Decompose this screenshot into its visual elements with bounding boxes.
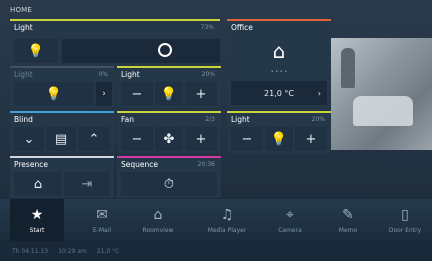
tile-title: Blind: [14, 115, 33, 124]
star-icon: ★: [30, 206, 44, 223]
tile-title: Light: [14, 23, 33, 32]
dock-label: E-Mail: [92, 226, 112, 234]
lamp-shape: [341, 48, 355, 88]
dock-item-start[interactable]: ★ Start: [10, 199, 64, 241]
tile-value: 73%: [200, 24, 214, 31]
temperature-value: 21,0 °C: [264, 88, 294, 98]
dock-label: Start: [29, 226, 45, 234]
more-button[interactable]: ›: [96, 82, 112, 106]
tile-value: 20:36: [197, 161, 215, 168]
person-home-icon: ⌂: [33, 176, 43, 192]
increase-button[interactable]: +: [295, 127, 327, 151]
presence-home-button[interactable]: ⌂: [14, 172, 62, 196]
chevron-down-icon: ⌄: [23, 131, 35, 147]
tile-office[interactable]: Office ⌂ • • • • 21,0 °C ›: [227, 19, 331, 107]
house-icon: ⌂: [153, 206, 163, 223]
tile-title: Light: [14, 70, 33, 79]
dock-label: Camera: [278, 226, 302, 234]
dock-label: Media Player: [207, 226, 247, 234]
chevron-right-icon: ›: [317, 88, 321, 98]
tile-presence: Presence ⌂ ⇥: [10, 156, 114, 198]
tile-value: 20%: [201, 71, 215, 78]
blind-stop-button[interactable]: ▤: [46, 127, 76, 151]
door-icon: ▯: [401, 206, 409, 223]
status-bar: Th 04.11.13 10:29 am 21,0 °C: [0, 241, 432, 261]
screen: HOME Light 73% 💡 Office ⌂ • • • • 21,0 °…: [0, 0, 432, 261]
page-dots: • • • •: [270, 69, 288, 75]
music-icon: ♫: [220, 206, 234, 223]
dock-item-memo[interactable]: ✎ Memo: [320, 199, 376, 241]
fan-decrease-button[interactable]: −: [121, 127, 153, 151]
plus-icon: +: [195, 86, 207, 102]
dock-item-camera[interactable]: ⌖ Camera: [262, 199, 318, 241]
sofa-shape: [353, 96, 413, 126]
dock-item-email[interactable]: ✉ E-Mail: [74, 199, 130, 241]
chevron-right-icon: ›: [102, 89, 106, 99]
fan-increase-button[interactable]: +: [185, 127, 217, 151]
mail-icon: ✉: [96, 206, 108, 223]
decrease-button[interactable]: −: [121, 82, 153, 106]
minus-icon: −: [241, 131, 253, 147]
tile-title: Office: [231, 23, 253, 32]
dock-item-door-entry[interactable]: ▯ Door Entry: [378, 199, 432, 241]
tile-blind: Blind ⌄ ▤ ⌃: [10, 111, 114, 153]
dock-item-roomview[interactable]: ⌂ Roomview: [130, 199, 186, 241]
fan-icon: ✤: [163, 131, 175, 147]
light-toggle-button[interactable]: 💡: [14, 39, 58, 63]
bulb-icon: 💡: [160, 86, 178, 102]
status-temp: 21,0 °C: [96, 247, 120, 255]
blind-down-button[interactable]: ⌄: [14, 127, 44, 151]
tile-value: 2/3: [205, 116, 215, 123]
tile-light-c: Light 20% − 💡 +: [227, 111, 331, 153]
sequence-play-button[interactable]: ⏱: [121, 172, 217, 196]
breadcrumb[interactable]: HOME: [10, 6, 32, 14]
office-house-icon: ⌂: [272, 39, 286, 63]
tile-title: Sequence: [121, 160, 158, 169]
tile-title: Light: [121, 70, 140, 79]
light-toggle-button[interactable]: 💡: [155, 82, 183, 106]
room-photo: [331, 38, 432, 150]
increase-button[interactable]: +: [185, 82, 217, 106]
memo-icon: ✎: [342, 206, 354, 223]
tile-light-main: Light 73% 💡: [10, 19, 220, 63]
person-away-icon: ⇥: [81, 176, 93, 192]
slider-knob[interactable]: [158, 43, 172, 57]
minus-icon: −: [131, 86, 143, 102]
tile-sequence: Sequence 20:36 ⏱: [117, 156, 221, 198]
bulb-icon: 💡: [27, 43, 45, 59]
stop-icon: ▤: [54, 131, 68, 147]
decrease-button[interactable]: −: [231, 127, 263, 151]
dock-label: Memo: [338, 226, 358, 234]
dock-label: Roomview: [142, 226, 174, 234]
chevron-up-icon: ⌃: [88, 131, 100, 147]
minus-icon: −: [131, 131, 143, 147]
light-toggle-button[interactable]: 💡: [265, 127, 293, 151]
fan-toggle-button[interactable]: ✤: [155, 127, 183, 151]
tile-value: 0%: [98, 71, 108, 78]
status-time: 10:29 am: [58, 247, 87, 255]
dock-label: Door Entry: [388, 226, 422, 234]
brightness-slider[interactable]: [62, 39, 220, 63]
dock-item-media-player[interactable]: ♫ Media Player: [196, 199, 258, 241]
plus-icon: +: [195, 131, 207, 147]
dock: ★ Start ✉ E-Mail ⌂ Roomview ♫ Media Play…: [0, 199, 432, 241]
tile-title: Fan: [121, 115, 134, 124]
tile-value: 20%: [311, 116, 325, 123]
tile-light-dim: Light 0% 💡 ›: [10, 66, 114, 108]
plus-icon: +: [305, 131, 317, 147]
tile-title: Light: [231, 115, 250, 124]
tile-fan: Fan 2/3 − ✤ +: [117, 111, 221, 153]
bulb-icon: 💡: [270, 131, 288, 147]
tile-title: Presence: [14, 160, 48, 169]
light-dim-toggle-button[interactable]: 💡: [14, 82, 94, 106]
blind-up-button[interactable]: ⌃: [78, 127, 110, 151]
clapper-clock-icon: ⏱: [163, 176, 175, 192]
status-date: Th 04.11.13: [12, 247, 49, 255]
camera-icon: ⌖: [286, 206, 294, 223]
office-temperature-button[interactable]: 21,0 °C ›: [231, 81, 327, 105]
bulb-outline-icon: 💡: [45, 86, 63, 102]
tile-light-b: Light 20% − 💡 +: [117, 66, 221, 108]
presence-away-button[interactable]: ⇥: [64, 172, 110, 196]
